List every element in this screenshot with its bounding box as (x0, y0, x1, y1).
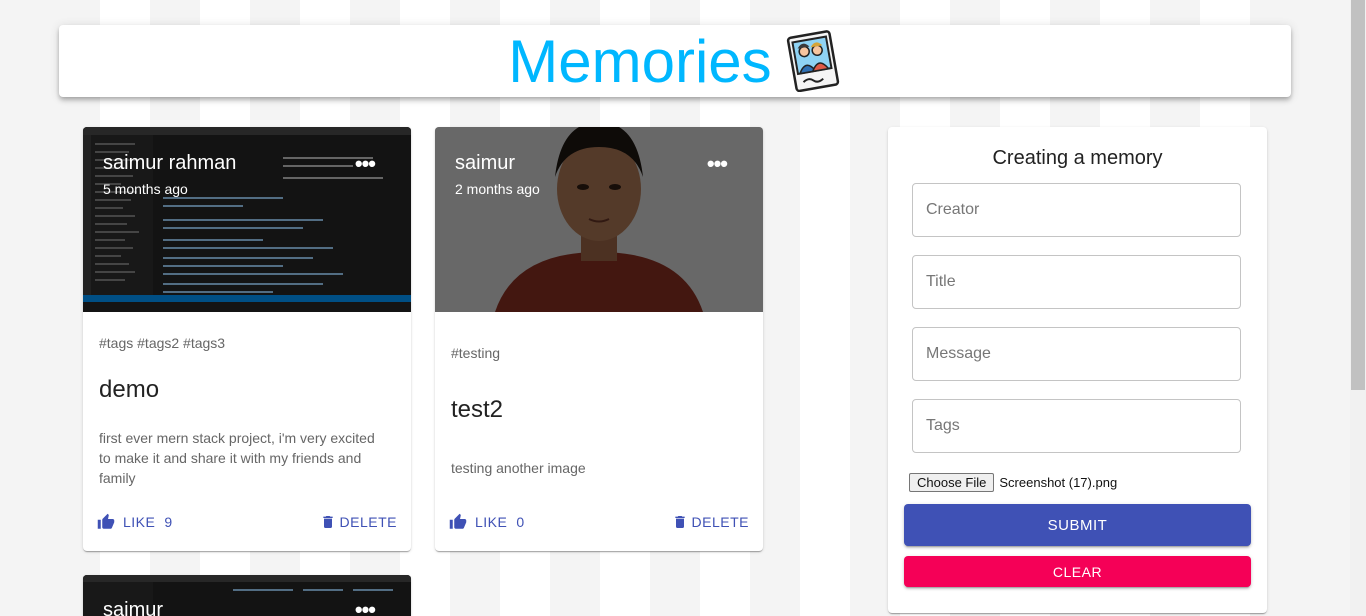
post-creator: saimur rahman (103, 152, 237, 174)
delete-label: DELETE (339, 514, 397, 530)
like-button[interactable]: LIKE 0 (449, 513, 524, 531)
post-time: 2 months ago (455, 181, 540, 197)
thumb-up-icon (449, 513, 467, 529)
clear-button[interactable]: CLEAR (904, 556, 1251, 587)
post-card: saimur 2 months ago ••• #testing test2 t… (435, 127, 763, 551)
create-memory-form: Creating a memory Choose File Screenshot… (888, 127, 1267, 613)
vertical-scrollbar[interactable] (1350, 0, 1366, 616)
post-tags: #tags #tags2 #tags3 (99, 335, 226, 351)
post-actions: LIKE 0 DELETE (435, 513, 763, 543)
delete-button[interactable]: DELETE (320, 513, 397, 531)
app-bar: Memories (59, 25, 1291, 97)
like-count: 9 (164, 514, 173, 530)
post-time: 5 months ago (103, 181, 188, 197)
title-input[interactable] (912, 255, 1241, 309)
post-image: saimur ••• (83, 575, 411, 616)
app-title: Memories (508, 27, 772, 95)
post-message: testing another image (451, 460, 586, 476)
delete-label: DELETE (691, 514, 749, 530)
like-label: LIKE (475, 514, 508, 530)
like-count: 0 (516, 514, 525, 530)
form-title: Creating a memory (992, 147, 1163, 169)
post-title: demo (99, 376, 160, 403)
post-actions: LIKE 9 DELETE (83, 513, 411, 543)
trash-icon (674, 516, 685, 528)
scrollbar-thumb[interactable] (1351, 0, 1365, 390)
tags-input[interactable] (912, 399, 1241, 453)
photo-memories-icon (786, 30, 839, 92)
post-message: first ever mern stack project, i'm very … (99, 430, 375, 486)
message-input[interactable] (912, 327, 1241, 381)
like-label: LIKE (123, 514, 156, 530)
post-card: saimur rahman 5 months ago ••• #tags #ta… (83, 127, 411, 551)
post-image: saimur rahman 5 months ago ••• (83, 127, 411, 312)
post-tags: #testing (451, 345, 501, 361)
file-picker: Choose File Screenshot (17).png (909, 473, 1117, 492)
choose-file-button[interactable]: Choose File (909, 473, 995, 492)
page-gutter-right (1300, 0, 1350, 616)
post-creator: saimur (455, 152, 516, 174)
post-card: saimur ••• (83, 575, 411, 616)
creator-input[interactable] (912, 183, 1241, 237)
more-options-icon[interactable]: ••• (355, 597, 376, 616)
more-options-icon[interactable]: ••• (707, 151, 728, 177)
thumb-up-icon (97, 513, 115, 529)
like-button[interactable]: LIKE 9 (97, 513, 172, 531)
trash-icon (322, 516, 333, 528)
post-title: test2 (451, 396, 504, 423)
more-options-icon[interactable]: ••• (355, 151, 376, 177)
submit-button[interactable]: SUBMIT (904, 504, 1251, 546)
page-gutter-left (0, 0, 50, 616)
selected-file-name: Screenshot (17).png (999, 475, 1118, 490)
delete-button[interactable]: DELETE (672, 513, 749, 531)
post-image: saimur 2 months ago ••• (435, 127, 763, 312)
post-creator: saimur (103, 599, 164, 616)
